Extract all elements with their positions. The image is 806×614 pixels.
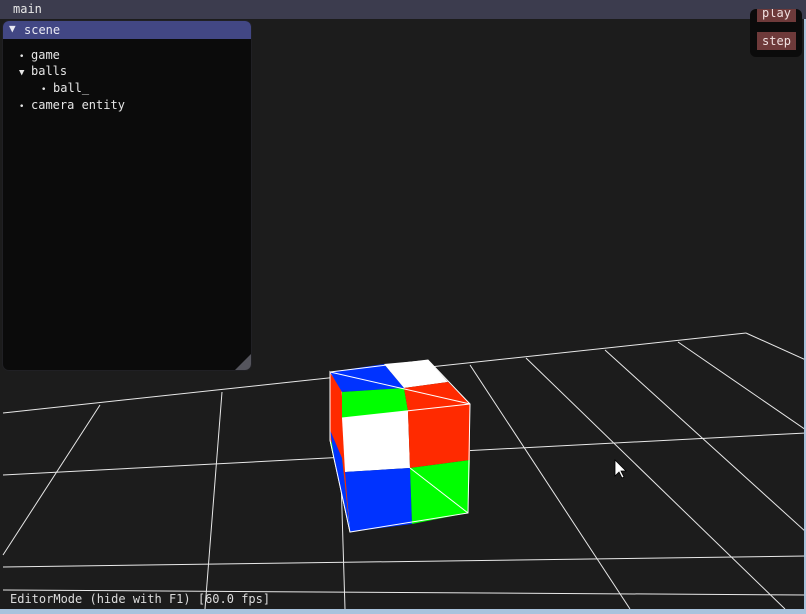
scene-panel[interactable]: ▼ scene • game ▼ balls • ball_ • camera enti…	[2, 20, 252, 371]
bullet-icon: •	[19, 102, 25, 112]
tree-item-camera-entity[interactable]: • camera entity	[19, 97, 125, 113]
cube-front-q3	[345, 468, 412, 532]
cube-front-q2	[408, 404, 470, 468]
tree-item-game[interactable]: • game	[19, 47, 60, 63]
play-button[interactable]: play	[757, 9, 796, 22]
window-title: main	[13, 2, 42, 16]
app-root: main ▼ scene • game ▼ balls • ball_ • ca…	[0, 0, 806, 614]
cube-front-q1	[342, 411, 410, 472]
collapse-triangle-icon[interactable]: ▼	[9, 22, 16, 35]
tree-item-balls[interactable]: ▼ balls	[19, 63, 67, 79]
status-text: EditorMode (hide with F1) [60.0 fps]	[10, 592, 271, 606]
resize-grip-icon[interactable]	[235, 354, 251, 370]
tree-item-label: balls	[31, 64, 68, 78]
scene-panel-header[interactable]: ▼ scene	[3, 21, 251, 39]
expand-arrow-icon[interactable]: ▼	[19, 65, 31, 81]
step-button[interactable]: step	[757, 32, 796, 50]
window-titlebar[interactable]: main	[0, 0, 806, 19]
tree-item-label: camera entity	[31, 98, 125, 112]
window-border-bottom	[0, 609, 806, 614]
tree-item-label: game	[31, 48, 60, 62]
playback-controls: play step	[750, 9, 802, 57]
tree-item-ball[interactable]: • ball_	[41, 80, 89, 96]
bullet-icon: •	[41, 85, 47, 95]
tree-item-label: ball_	[53, 81, 90, 95]
scene-panel-title: scene	[24, 23, 61, 37]
cube-ball[interactable]	[329, 359, 471, 533]
